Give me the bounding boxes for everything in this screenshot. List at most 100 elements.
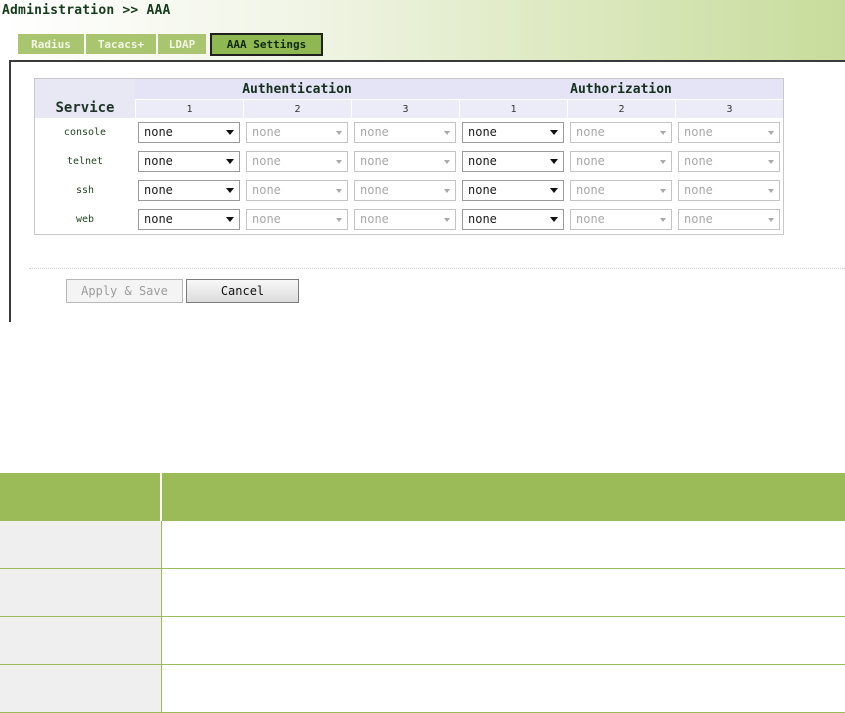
telnet-authorization-3-select[interactable]: none (678, 151, 780, 172)
select-value: none (360, 212, 389, 226)
authentication-col-1-header: 1 (135, 99, 243, 118)
chevron-down-icon (660, 189, 666, 193)
select-value: none (576, 183, 605, 197)
ssh-authorization-1-select[interactable]: none (462, 180, 564, 201)
select-value: none (144, 125, 173, 139)
ssh-authorization-2-select[interactable]: none (570, 180, 672, 201)
telnet-authorization-1-select[interactable]: none (462, 151, 564, 172)
web-authentication-3-select[interactable]: none (354, 209, 456, 230)
description-cell (0, 568, 162, 617)
chevron-down-icon (444, 131, 450, 135)
select-value: none (684, 212, 713, 226)
select-value: none (252, 154, 281, 168)
chevron-down-icon (660, 218, 666, 222)
select-value: none (144, 183, 173, 197)
web-authorization-2-select[interactable]: none (570, 209, 672, 230)
ssh-authentication-3-select[interactable]: none (354, 180, 456, 201)
apply-save-button[interactable]: Apply & Save (66, 279, 183, 303)
console-authorization-3-select[interactable]: none (678, 122, 780, 143)
select-value: none (360, 125, 389, 139)
select-value: none (252, 212, 281, 226)
console-authorization-2-select[interactable]: none (570, 122, 672, 143)
chevron-down-icon (768, 131, 774, 135)
ssh-authentication-2-select[interactable]: none (246, 180, 348, 201)
panel-left-border (9, 60, 11, 322)
table-row (0, 664, 845, 713)
table-row (0, 616, 845, 665)
table-row (0, 568, 845, 617)
description-cell (0, 521, 162, 569)
select-value: none (144, 154, 173, 168)
web-authentication-2-select[interactable]: none (246, 209, 348, 230)
select-value: none (360, 154, 389, 168)
description-cell (0, 664, 162, 713)
chevron-down-icon (550, 217, 558, 222)
settings-panel: Service Authentication Authorization 1 2… (9, 60, 845, 322)
select-value: none (684, 183, 713, 197)
description-header-2 (161, 473, 845, 521)
table-row: web none none none none none none (35, 205, 783, 234)
console-authorization-1-select[interactable]: none (462, 122, 564, 143)
telnet-authentication-1-select[interactable]: none (138, 151, 240, 172)
telnet-authorization-2-select[interactable]: none (570, 151, 672, 172)
chevron-down-icon (226, 188, 234, 193)
description-cell (161, 521, 845, 569)
web-authorization-1-select[interactable]: none (462, 209, 564, 230)
breadcrumb: Administration >> AAA (2, 3, 171, 18)
description-cell (161, 568, 845, 617)
console-authentication-1-select[interactable]: none (138, 122, 240, 143)
select-value: none (252, 125, 281, 139)
chevron-down-icon (768, 218, 774, 222)
web-authentication-1-select[interactable]: none (138, 209, 240, 230)
authorization-col-2-header: 2 (567, 99, 675, 118)
authentication-group-header: Authentication (135, 79, 459, 99)
divider (29, 268, 845, 269)
chevron-down-icon (444, 160, 450, 164)
table-row: telnet none none none none none none (35, 147, 783, 176)
chevron-down-icon (444, 218, 450, 222)
chevron-down-icon (660, 160, 666, 164)
chevron-down-icon (550, 159, 558, 164)
select-value: none (468, 154, 497, 168)
authorization-col-3-header: 3 (675, 99, 783, 118)
tab-aaa-settings[interactable]: AAA Settings (210, 33, 323, 56)
chevron-down-icon (550, 188, 558, 193)
chevron-down-icon (336, 160, 342, 164)
select-value: none (468, 183, 497, 197)
description-cell (0, 616, 162, 665)
service-name: telnet (35, 147, 135, 176)
chevron-down-icon (444, 189, 450, 193)
chevron-down-icon (660, 131, 666, 135)
web-authorization-3-select[interactable]: none (678, 209, 780, 230)
select-value: none (684, 154, 713, 168)
ssh-authentication-1-select[interactable]: none (138, 180, 240, 201)
select-value: none (468, 125, 497, 139)
telnet-authentication-2-select[interactable]: none (246, 151, 348, 172)
chevron-down-icon (768, 160, 774, 164)
tab-radius[interactable]: Radius (18, 34, 84, 54)
chevron-down-icon (768, 189, 774, 193)
chevron-down-icon (336, 189, 342, 193)
description-cell (161, 664, 845, 713)
console-authentication-2-select[interactable]: none (246, 122, 348, 143)
tab-tacacs[interactable]: Tacacs+ (86, 34, 156, 54)
ssh-authorization-3-select[interactable]: none (678, 180, 780, 201)
chevron-down-icon (550, 130, 558, 135)
console-authentication-3-select[interactable]: none (354, 122, 456, 143)
service-name: console (35, 118, 135, 147)
select-value: none (360, 183, 389, 197)
select-value: none (576, 154, 605, 168)
authentication-col-2-header: 2 (243, 99, 351, 118)
chevron-down-icon (226, 130, 234, 135)
cancel-button[interactable]: Cancel (186, 279, 299, 303)
table-row: console none none none none none none (35, 118, 783, 147)
telnet-authentication-3-select[interactable]: none (354, 151, 456, 172)
service-name: web (35, 205, 135, 234)
authorization-col-1-header: 1 (459, 99, 567, 118)
table-row: ssh none none none none none none (35, 176, 783, 205)
authorization-group-header: Authorization (459, 79, 783, 99)
tab-ldap[interactable]: LDAP (158, 34, 206, 54)
select-value: none (576, 125, 605, 139)
description-header-1 (0, 473, 162, 521)
select-value: none (576, 212, 605, 226)
